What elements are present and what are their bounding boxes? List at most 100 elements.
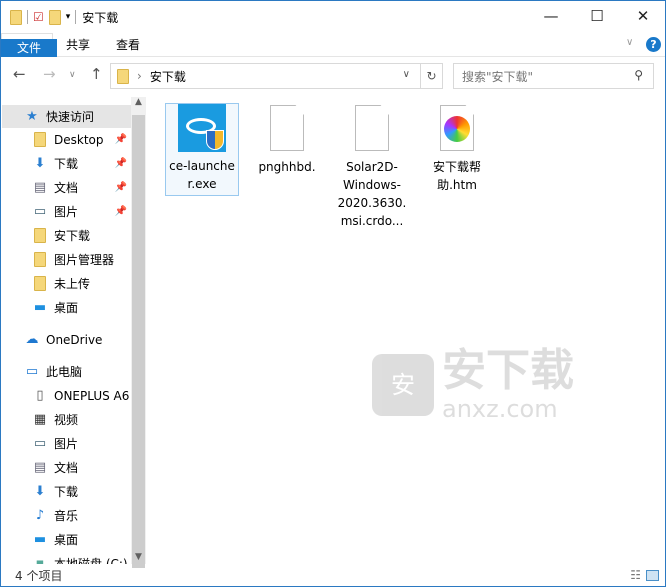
close-icon[interactable]: ✕: [620, 1, 666, 31]
expand-ribbon-icon[interactable]: ∨: [626, 37, 633, 48]
address-bar[interactable]: › 安下载 ∨ ↻: [110, 63, 443, 89]
desktop-icon: ▬: [33, 300, 47, 315]
pin-icon: 📌: [114, 182, 127, 193]
nav-item[interactable]: ▬ 桌面: [2, 528, 131, 551]
nav-item[interactable]: ▬ 桌面: [2, 296, 131, 319]
nav-item-label: OneDrive: [46, 332, 103, 347]
desktop-icon: ▬: [33, 532, 47, 547]
breadcrumb-current[interactable]: 安下载: [150, 68, 186, 85]
divider: [75, 10, 77, 24]
file-name-line: Solar2D-: [346, 160, 398, 174]
nav-item[interactable]: ▦ 视频: [2, 408, 131, 431]
file-name-line: msi.crdo...: [340, 214, 404, 228]
customize-quick-access-icon[interactable]: ▾: [66, 12, 71, 22]
folder-icon: [32, 228, 48, 243]
nav-item[interactable]: ▭ 此电脑: [2, 360, 131, 383]
tab-view[interactable]: 查看: [103, 33, 153, 56]
file-list: 安 安下载 anxz.com ce-launche r.exe pnghhbd. So…: [147, 97, 665, 564]
file-name-line: r.exe: [187, 177, 217, 191]
recent-locations-icon[interactable]: ∨: [69, 70, 76, 80]
up-icon[interactable]: ↑: [90, 65, 103, 83]
details-view-icon[interactable]: ☷: [630, 568, 641, 582]
nav-item[interactable]: Desktop 📌: [2, 128, 131, 151]
pin-icon: 📌: [114, 134, 127, 145]
nav-item-label: 下载: [54, 485, 79, 499]
picture-icon: ▭: [33, 436, 47, 451]
nav-item-label: 音乐: [54, 509, 79, 523]
search-icon: ⚲: [634, 68, 643, 82]
folder-icon: [32, 132, 48, 147]
file-name-line: 助.htm: [437, 178, 477, 192]
divider: [27, 10, 28, 24]
folder-icon: [32, 276, 48, 291]
nav-item[interactable]: ♪ 音乐: [2, 504, 131, 527]
download-icon: ⬇: [34, 156, 46, 171]
search-input[interactable]: 搜索"安下载" ⚲: [453, 63, 654, 89]
file-item[interactable]: Solar2D- Windows- 2020.3630. msi.crdo...: [335, 103, 409, 230]
explorer-window: ☑ ▾ 安下载 — ☐ ✕ 文件 主页 共享 查看 ∨ ? ← → ∨ ↑ › …: [0, 0, 666, 587]
picture-icon: ▭: [33, 204, 47, 219]
navigation-bar: ← → ∨ ↑ › 安下载 ∨ ↻ 搜索"安下载" ⚲: [1, 63, 665, 89]
tab-file[interactable]: 文件: [1, 39, 57, 57]
nav-item-label: 本地磁盘 (C:): [54, 557, 128, 564]
minimize-icon[interactable]: —: [528, 1, 574, 31]
refresh-icon[interactable]: ↻: [420, 64, 442, 88]
scroll-up-icon[interactable]: ▲: [131, 97, 146, 107]
computer-icon: ▭: [25, 364, 39, 379]
nav-item[interactable]: ★ 快速访问: [2, 105, 131, 128]
nav-item-label: 图片管理器: [54, 253, 115, 267]
nav-item-label: 文档: [54, 181, 79, 195]
nav-item-label: 视频: [54, 413, 79, 427]
forward-icon[interactable]: →: [43, 65, 56, 83]
nav-item[interactable]: ▤ 文档 📌: [2, 176, 131, 199]
music-icon: ♪: [35, 508, 45, 523]
video-icon: ▦: [33, 412, 47, 427]
nav-item[interactable]: 未上传: [2, 272, 131, 295]
pin-icon: 📌: [114, 206, 127, 217]
blank-file-icon: [348, 105, 396, 155]
nav-item-label: 图片: [54, 437, 79, 451]
nav-item[interactable]: 图片管理器: [2, 248, 131, 271]
document-icon: ▤: [33, 180, 47, 195]
nav-item-label: 下载: [54, 157, 79, 171]
nav-item[interactable]: ⬇ 下载 📌: [2, 152, 131, 175]
maximize-icon[interactable]: ☐: [574, 1, 620, 31]
back-icon[interactable]: ←: [13, 65, 26, 83]
window-title: 安下载: [82, 10, 119, 25]
nav-item-label: 未上传: [54, 277, 91, 291]
nav-item[interactable]: ▪ 本地磁盘 (C:): [2, 552, 131, 564]
new-folder-icon[interactable]: [48, 9, 61, 25]
tab-share[interactable]: 共享: [53, 33, 103, 56]
html-colorful-icon: [433, 105, 481, 155]
star-icon: ★: [26, 109, 38, 124]
folder-icon: [10, 9, 22, 25]
nav-scrollbar[interactable]: ▲ ▼: [131, 97, 146, 568]
nav-item[interactable]: ▯ ONEPLUS A6: [2, 384, 131, 407]
nav-item[interactable]: ▭ 图片: [2, 432, 131, 455]
folder-icon: [117, 68, 129, 84]
nav-item[interactable]: ☁ OneDrive: [2, 328, 131, 351]
nav-item[interactable]: 安下载: [2, 224, 131, 247]
file-name-line: 2020.3630.: [337, 196, 407, 210]
drive-icon: ▪: [35, 556, 45, 564]
nav-item-label: 文档: [54, 461, 79, 475]
nav-item[interactable]: ⬇ 下载: [2, 480, 131, 503]
document-icon: ▤: [33, 460, 47, 475]
file-item[interactable]: pnghhbd.: [250, 103, 324, 176]
watermark-logo: 安 安下载 anxz.com: [372, 347, 574, 423]
scroll-down-icon[interactable]: ▼: [131, 552, 146, 562]
nav-item[interactable]: ▤ 文档: [2, 456, 131, 479]
help-icon[interactable]: ?: [646, 37, 661, 52]
address-dropdown-icon[interactable]: ∨: [403, 69, 410, 80]
scrollbar-thumb[interactable]: [132, 115, 145, 568]
navigation-pane: ★ 快速访问 Desktop 📌 ⬇ 下载 📌 ▤ 文档 📌 ▭ 图片 📌 安下载 图片管理器 未上传 ▬ 桌面 ☁…: [2, 97, 131, 564]
properties-icon[interactable]: ☑: [33, 10, 44, 24]
ribbon-tabs: 文件 主页 共享 查看 ∨ ?: [1, 33, 665, 57]
file-item[interactable]: ce-launche r.exe: [165, 103, 239, 196]
pin-icon: 📌: [114, 158, 127, 169]
nav-item[interactable]: ▭ 图片 📌: [2, 200, 131, 223]
download-icon: ⬇: [34, 484, 46, 499]
blank-file-icon: [263, 105, 311, 155]
large-icons-view-icon[interactable]: [646, 569, 659, 581]
file-item[interactable]: 安下载帮 助.htm: [420, 103, 494, 194]
